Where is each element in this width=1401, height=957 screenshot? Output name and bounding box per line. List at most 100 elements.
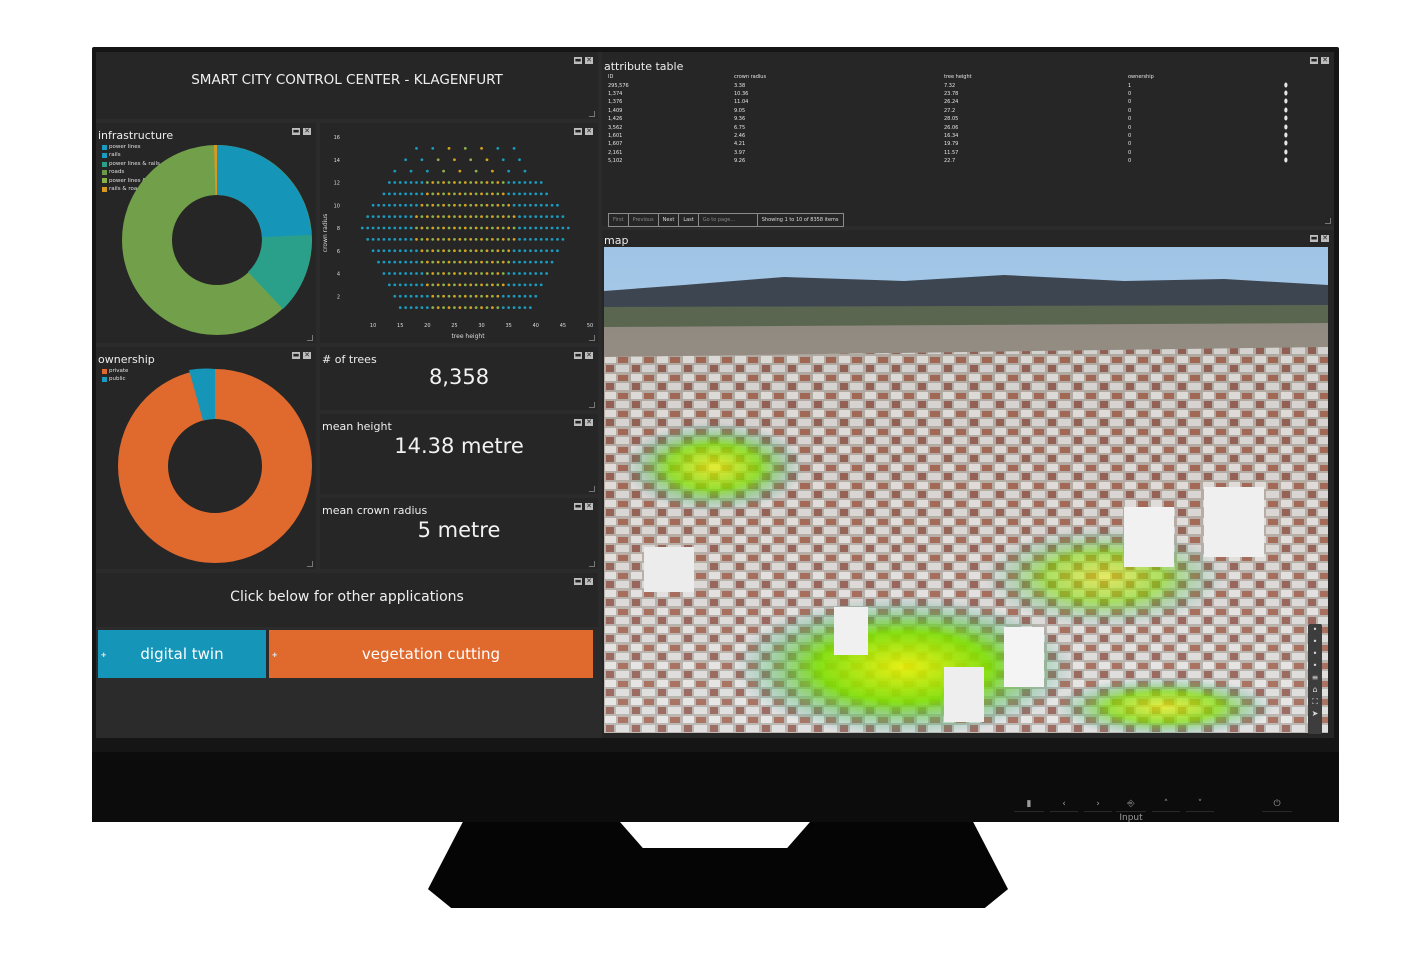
scatter-point bbox=[442, 192, 445, 196]
table-row[interactable]: 1,601 2.46 16.34 0 ⬮ bbox=[606, 132, 1306, 140]
minimize-icon[interactable]: ▬ bbox=[292, 352, 300, 359]
close-icon[interactable]: ✕ bbox=[585, 57, 593, 64]
column-header[interactable]: ownership bbox=[1126, 73, 1282, 81]
pager-first-button[interactable]: First bbox=[609, 214, 629, 226]
table-row[interactable]: 1,409 9.05 27.2 0 ⬮ bbox=[606, 107, 1306, 115]
scatter-point bbox=[561, 237, 565, 241]
scatter-point bbox=[431, 203, 435, 207]
scatter-point bbox=[523, 260, 527, 264]
scatter-point bbox=[436, 283, 440, 287]
row-action-icon[interactable]: ⬮ bbox=[1282, 149, 1306, 157]
table-row[interactable]: 1,376 11.04 26.24 0 ⬮ bbox=[606, 98, 1306, 106]
close-icon[interactable]: ✕ bbox=[585, 503, 593, 510]
minimize-icon[interactable]: ▬ bbox=[574, 578, 582, 585]
rotate-icon[interactable]: • bbox=[1308, 660, 1322, 672]
map-3d-view[interactable] bbox=[604, 247, 1328, 733]
minimize-icon[interactable]: ▬ bbox=[574, 419, 582, 426]
resize-handle-icon[interactable] bbox=[589, 111, 595, 117]
monitor-button-up[interactable]: ˄ bbox=[1152, 797, 1180, 812]
zoom-out-icon[interactable]: • bbox=[1308, 636, 1322, 648]
resize-handle-icon[interactable] bbox=[1325, 218, 1331, 224]
table-row[interactable]: 3,562 6.75 26.06 0 ⬮ bbox=[606, 123, 1306, 131]
scatter-point bbox=[431, 306, 435, 310]
resize-handle-icon[interactable] bbox=[589, 402, 595, 408]
scatter-point bbox=[425, 181, 429, 184]
table-row[interactable]: 2,161 3.97 11.57 0 ⬮ bbox=[606, 149, 1306, 157]
row-action-icon[interactable]: ⬮ bbox=[1282, 140, 1306, 148]
scatter-point bbox=[474, 226, 478, 230]
zoom-in-icon[interactable]: • bbox=[1308, 624, 1322, 636]
minimize-icon[interactable]: ▬ bbox=[1310, 235, 1318, 242]
minimize-icon[interactable]: ▬ bbox=[574, 352, 582, 359]
resize-handle-icon[interactable] bbox=[589, 335, 595, 341]
scatter-point bbox=[377, 260, 380, 264]
digital-twin-button[interactable]: ✚ digital twin bbox=[98, 630, 266, 678]
row-action-icon[interactable]: ⬮ bbox=[1282, 81, 1306, 89]
scatter-point bbox=[523, 283, 527, 287]
table-row[interactable]: 1,426 9.36 28.05 0 ⬮ bbox=[606, 115, 1306, 123]
monitor-button-input[interactable]: ⎆ Input bbox=[1116, 797, 1146, 823]
vegetation-cutting-button[interactable]: ✚ vegetation cutting bbox=[269, 630, 593, 678]
resize-handle-icon[interactable] bbox=[589, 486, 595, 492]
scatter-point bbox=[436, 215, 440, 219]
table-cell: 2.46 bbox=[734, 132, 746, 139]
scatter-point bbox=[415, 283, 418, 287]
monitor-button-down[interactable]: ˅ bbox=[1186, 797, 1214, 812]
legend-swatch bbox=[102, 377, 107, 383]
table-row[interactable]: 1,374 10.36 23.78 0 ⬮ bbox=[606, 90, 1306, 98]
column-header[interactable]: ID bbox=[606, 73, 732, 81]
fullscreen-icon[interactable]: ⛶ bbox=[1308, 696, 1322, 708]
pager-last-button[interactable]: Last bbox=[679, 214, 699, 226]
pager-next-button[interactable]: Next bbox=[659, 214, 680, 226]
close-icon[interactable]: ✕ bbox=[303, 352, 311, 359]
minimize-icon[interactable]: ▬ bbox=[1310, 57, 1318, 64]
row-action-icon[interactable]: ⬮ bbox=[1282, 107, 1306, 115]
pager-goto-input[interactable]: Go to page... bbox=[699, 214, 758, 226]
table-row[interactable]: 295,576 3.38 7.32 1 ⬮ bbox=[606, 81, 1306, 89]
scatter-point bbox=[447, 283, 451, 287]
column-header[interactable]: crown radius bbox=[732, 73, 942, 81]
layers-icon[interactable]: ≡ bbox=[1308, 672, 1322, 684]
monitor-button-right[interactable]: › bbox=[1084, 797, 1112, 812]
minimize-icon[interactable]: ▬ bbox=[292, 128, 300, 135]
monitor-button-left[interactable]: ‹ bbox=[1050, 797, 1078, 812]
monitor-button-menu[interactable]: ▮ bbox=[1014, 797, 1044, 812]
scatter-point bbox=[393, 272, 397, 275]
resize-handle-icon[interactable] bbox=[589, 561, 595, 567]
minimize-icon[interactable]: ▬ bbox=[574, 503, 582, 510]
table-row[interactable]: 1,607 4.21 19.79 0 ⬮ bbox=[606, 140, 1306, 148]
scatter-point bbox=[534, 272, 538, 275]
legend-swatch bbox=[102, 169, 107, 175]
row-action-icon[interactable]: ⬮ bbox=[1282, 123, 1306, 131]
scatter-point bbox=[404, 181, 408, 184]
monitor-button-power[interactable]: ⏻ bbox=[1262, 797, 1292, 812]
scatter-point bbox=[420, 203, 424, 207]
resize-handle-icon[interactable] bbox=[307, 335, 313, 341]
row-action-icon[interactable]: ⬮ bbox=[1282, 98, 1306, 106]
scatter-point bbox=[491, 283, 494, 287]
table-row[interactable]: 5,102 9.26 22.7 0 ⬮ bbox=[606, 157, 1306, 165]
home-icon[interactable]: ⌂ bbox=[1308, 684, 1322, 696]
scatter-point bbox=[436, 260, 440, 264]
close-icon[interactable]: ✕ bbox=[585, 419, 593, 426]
close-icon[interactable]: ✕ bbox=[1321, 235, 1329, 242]
compass-icon[interactable]: ➤ bbox=[1308, 708, 1322, 720]
close-icon[interactable]: ✕ bbox=[1321, 57, 1329, 64]
row-action-icon[interactable]: ⬮ bbox=[1282, 132, 1306, 140]
row-action-icon[interactable]: ⬮ bbox=[1282, 90, 1306, 98]
resize-handle-icon[interactable] bbox=[307, 561, 313, 567]
column-header[interactable]: tree height bbox=[942, 73, 1126, 81]
row-action-icon[interactable]: ⬮ bbox=[1282, 115, 1306, 123]
close-icon[interactable]: ✕ bbox=[585, 578, 593, 585]
scatter-point bbox=[480, 237, 483, 241]
minimize-icon[interactable]: ▬ bbox=[574, 57, 582, 64]
tilt-icon[interactable]: • bbox=[1308, 648, 1322, 660]
scatter-point bbox=[507, 192, 511, 196]
row-action-icon[interactable]: ⬮ bbox=[1282, 157, 1306, 165]
close-icon[interactable]: ✕ bbox=[585, 352, 593, 359]
close-icon[interactable]: ✕ bbox=[303, 128, 311, 135]
scatter-point bbox=[453, 237, 456, 241]
pager-previous-button[interactable]: Previous bbox=[629, 214, 659, 226]
scatter-point bbox=[453, 294, 456, 298]
scatter-point bbox=[523, 306, 527, 310]
